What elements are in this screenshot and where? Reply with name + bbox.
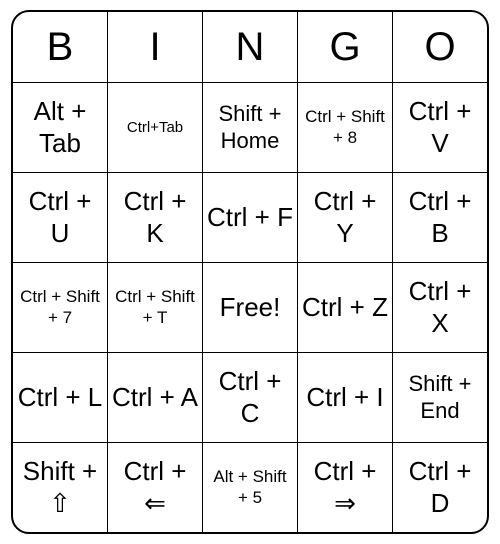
bingo-cell[interactable]: Ctrl + L (13, 353, 108, 442)
bingo-cell[interactable]: Ctrl + C (203, 353, 298, 442)
header-b: B (13, 12, 108, 82)
bingo-cell[interactable]: Ctrl + ⇐ (108, 443, 203, 532)
header-n: N (203, 12, 298, 82)
bingo-header-row: B I N G O (13, 12, 487, 82)
bingo-cell[interactable]: Ctrl + U (13, 173, 108, 262)
bingo-cell[interactable]: Ctrl + I (298, 353, 393, 442)
header-o: O (393, 12, 487, 82)
bingo-cell[interactable]: Shift + ⇧ (13, 443, 108, 532)
bingo-row: Ctrl + U Ctrl + K Ctrl + F Ctrl + Y Ctrl… (13, 172, 487, 262)
bingo-row: Shift + ⇧ Ctrl + ⇐ Alt + Shift + 5 Ctrl … (13, 442, 487, 532)
bingo-cell[interactable]: Ctrl + Shift + 7 (13, 263, 108, 352)
bingo-cell[interactable]: Ctrl + Z (298, 263, 393, 352)
bingo-cell[interactable]: Ctrl + F (203, 173, 298, 262)
bingo-card: B I N G O Alt + Tab Ctrl+Tab Shift + Hom… (11, 10, 489, 534)
bingo-cell-free[interactable]: Free! (203, 263, 298, 352)
bingo-cell[interactable]: Alt + Shift + 5 (203, 443, 298, 532)
bingo-cell[interactable]: Ctrl + ⇒ (298, 443, 393, 532)
bingo-cell[interactable]: Ctrl + X (393, 263, 487, 352)
bingo-cell[interactable]: Ctrl + B (393, 173, 487, 262)
bingo-cell[interactable]: Ctrl + A (108, 353, 203, 442)
header-i: I (108, 12, 203, 82)
bingo-cell[interactable]: Alt + Tab (13, 83, 108, 172)
bingo-cell[interactable]: Shift + End (393, 353, 487, 442)
bingo-row: Ctrl + Shift + 7 Ctrl + Shift + T Free! … (13, 262, 487, 352)
bingo-row: Alt + Tab Ctrl+Tab Shift + Home Ctrl + S… (13, 82, 487, 172)
bingo-cell[interactable]: Ctrl + Shift + 8 (298, 83, 393, 172)
bingo-cell[interactable]: Shift + Home (203, 83, 298, 172)
header-g: G (298, 12, 393, 82)
bingo-cell[interactable]: Ctrl + K (108, 173, 203, 262)
bingo-cell[interactable]: Ctrl + D (393, 443, 487, 532)
bingo-cell[interactable]: Ctrl+Tab (108, 83, 203, 172)
bingo-cell[interactable]: Ctrl + Y (298, 173, 393, 262)
bingo-cell[interactable]: Ctrl + V (393, 83, 487, 172)
bingo-cell[interactable]: Ctrl + Shift + T (108, 263, 203, 352)
bingo-row: Ctrl + L Ctrl + A Ctrl + C Ctrl + I Shif… (13, 352, 487, 442)
